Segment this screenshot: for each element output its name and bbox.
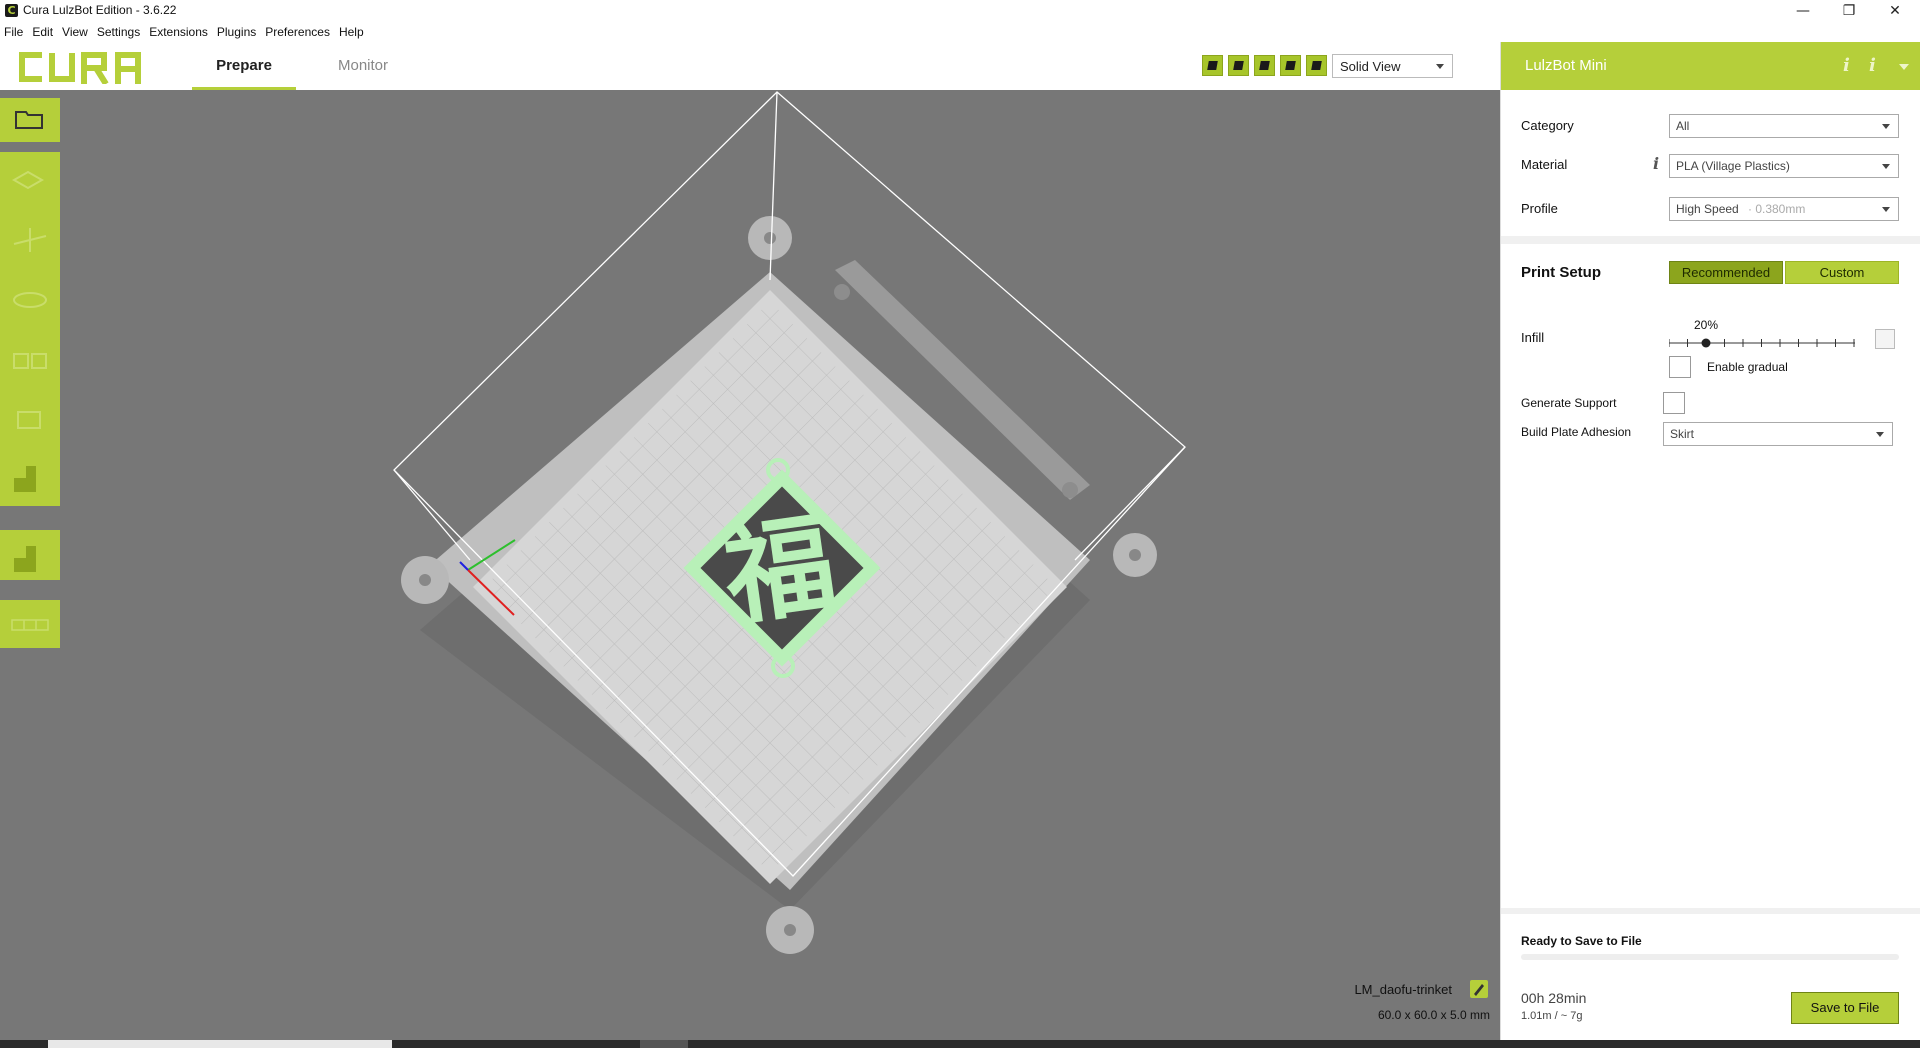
divider [1501, 236, 1920, 244]
custom-button[interactable]: Custom [1785, 261, 1899, 284]
generate-support-label: Generate Support [1521, 396, 1617, 410]
settings-panel: LulzBot Mini i i Category All Material i… [1500, 42, 1920, 1040]
close-button[interactable]: ✕ [1872, 0, 1918, 22]
ready-status: Ready to Save to File [1521, 934, 1642, 948]
info-icon[interactable]: i [1843, 55, 1850, 76]
open-file-button[interactable] [0, 98, 60, 142]
chevron-down-icon [1876, 432, 1884, 437]
minimize-button[interactable]: — [1780, 0, 1826, 22]
infill-value: 20% [1694, 318, 1719, 332]
info-icon[interactable]: i [1653, 154, 1659, 173]
window-title: Cura LulzBot Edition - 3.6.22 [23, 3, 177, 17]
chevron-down-icon [1882, 124, 1890, 129]
material-usage: 1.01m / ~ 7g [1521, 1010, 1583, 1022]
build-plate-select[interactable]: Skirt [1663, 422, 1893, 446]
right-view-icon[interactable] [1306, 55, 1327, 76]
title-bar: C Cura LulzBot Edition - 3.6.22 — ❐ ✕ [0, 0, 1920, 22]
chevron-down-icon [1882, 207, 1890, 212]
build-plate-label: Build Plate Adhesion [1521, 425, 1632, 439]
progress-bar [1521, 954, 1899, 960]
menu-extensions[interactable]: Extensions [149, 22, 208, 42]
profile-label: Profile [1521, 201, 1558, 216]
infill-slider-track [1668, 338, 1855, 348]
save-to-file-button[interactable]: Save to File [1791, 992, 1899, 1024]
per-model-settings-icon [14, 546, 36, 572]
print-time: 00h 28min [1521, 990, 1587, 1006]
multiply-button[interactable] [0, 600, 60, 648]
infill-slider[interactable] [1668, 337, 1855, 349]
cura-logo [19, 52, 141, 84]
menu-settings[interactable]: Settings [97, 22, 140, 42]
chevron-down-icon[interactable] [1899, 64, 1909, 70]
multiply-icon [11, 619, 49, 631]
material-label: Material [1521, 157, 1568, 172]
build-plate-value: Skirt [1670, 427, 1694, 441]
profile-select[interactable]: High Speed · 0.380mm [1669, 197, 1899, 221]
header: Prepare Monitor [0, 42, 1500, 91]
viewport[interactable]: 福 LM_daofu-trinket 60.0 x 60.0 x 5.0 mm [0, 90, 1500, 1040]
translate-icon[interactable] [10, 226, 50, 254]
generate-support-checkbox[interactable] [1663, 392, 1685, 414]
model-name: LM_daofu-trinket [1354, 982, 1452, 997]
model-dimensions: 60.0 x 60.0 x 5.0 mm [1377, 1008, 1490, 1022]
recommended-button[interactable]: Recommended [1669, 261, 1783, 284]
category-select[interactable]: All [1669, 114, 1899, 138]
menu-help[interactable]: Help [339, 22, 364, 42]
3d-view-icon[interactable] [1202, 55, 1223, 76]
menu-plugins[interactable]: Plugins [217, 22, 256, 42]
scale-icon[interactable] [10, 286, 50, 314]
mirror-icon[interactable] [10, 346, 50, 374]
tab-monitor[interactable]: Monitor [320, 42, 406, 90]
open-file-icon [15, 111, 43, 129]
gradual-infill-icon[interactable] [1875, 329, 1895, 349]
top-view-icon[interactable] [1254, 55, 1275, 76]
divider [1501, 908, 1920, 914]
print-setup-label: Print Setup [1521, 264, 1602, 281]
chevron-down-icon [1436, 64, 1444, 69]
view-mode-value: Solid View [1340, 59, 1401, 74]
view-mode-select[interactable]: Solid View [1332, 54, 1453, 78]
front-view-icon[interactable] [1228, 55, 1249, 76]
printer-bar[interactable]: LulzBot Mini i i [1501, 42, 1920, 90]
scroll-segment [640, 1040, 688, 1048]
menu-preferences[interactable]: Preferences [265, 22, 330, 42]
per-model-settings-button[interactable] [0, 530, 60, 580]
category-value: All [1676, 119, 1690, 133]
restore-button[interactable]: ❐ [1826, 0, 1872, 22]
profile-value: High Speed [1676, 202, 1739, 216]
menu-file[interactable]: File [4, 22, 23, 42]
profile-layer-height: · 0.380mm [1748, 202, 1806, 216]
model-glyph: 福 [716, 498, 844, 642]
status-bar [0, 1040, 1920, 1048]
tab-prepare[interactable]: Prepare [192, 42, 296, 90]
infill-label: Infill [1521, 330, 1545, 345]
category-label: Category [1521, 118, 1574, 133]
menu-view[interactable]: View [62, 22, 88, 42]
info-icon[interactable]: i [1869, 55, 1876, 76]
menu-bar: File Edit View Settings Extensions Plugi… [0, 22, 1920, 42]
edit-name-button[interactable] [1470, 980, 1488, 998]
pencil-icon [1474, 984, 1484, 996]
enable-gradual-checkbox[interactable] [1669, 356, 1691, 378]
left-view-icon[interactable] [1280, 55, 1301, 76]
support-blocker-icon[interactable] [10, 458, 50, 494]
tool-column [0, 152, 60, 506]
enable-gradual-label: Enable gradual [1707, 360, 1788, 374]
move-icon[interactable] [10, 166, 50, 194]
menu-edit[interactable]: Edit [32, 22, 53, 42]
app-icon: C [5, 4, 18, 17]
printer-name: LulzBot Mini [1525, 57, 1607, 74]
rotate-icon[interactable] [10, 406, 50, 434]
material-value: PLA (Village Plastics) [1676, 159, 1790, 173]
scroll-thumb[interactable] [48, 1040, 392, 1048]
chevron-down-icon [1882, 164, 1890, 169]
material-select[interactable]: PLA (Village Plastics) [1669, 154, 1899, 178]
